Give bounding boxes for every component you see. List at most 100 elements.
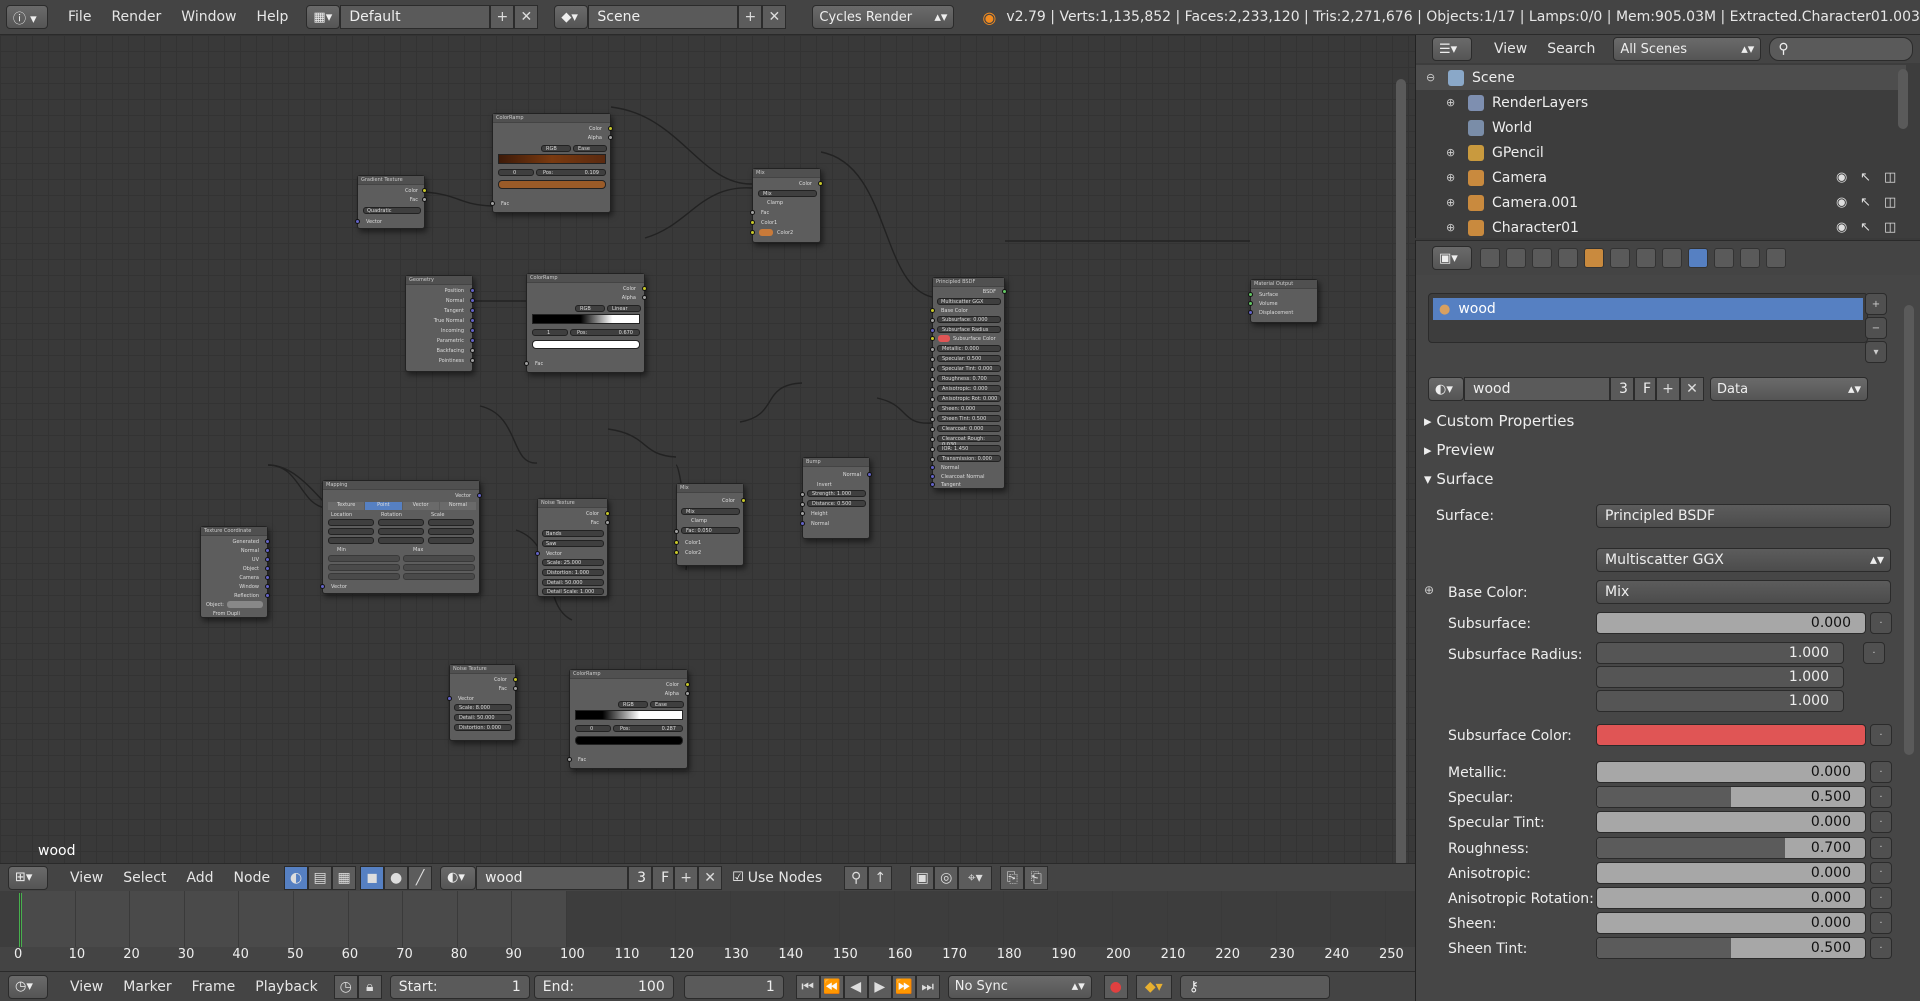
layout-field[interactable]: Default (340, 5, 491, 29)
node-texture-coordinate[interactable]: Texture Coordinate Generated Normal UV O… (200, 526, 270, 618)
input-socket[interactable] (750, 210, 755, 215)
scene-remove-icon[interactable]: ✕ (762, 5, 787, 29)
output-socket[interactable] (818, 181, 823, 186)
max-field[interactable] (403, 564, 475, 571)
editor-type-button[interactable]: ◷▾ (8, 974, 48, 999)
menu-frame[interactable]: Frame (182, 979, 246, 995)
loc-y[interactable] (328, 528, 374, 535)
timeline-area[interactable] (0, 891, 1415, 947)
loc-z[interactable] (328, 537, 374, 544)
menu-node[interactable]: Node (224, 870, 281, 886)
ramp-pos[interactable]: Pos: 0.670 (570, 329, 640, 336)
node-colorramp-3[interactable]: ColorRamp Color Alpha RGB Ease 0 Pos: 0.2… (567, 669, 690, 769)
object-shader-icon[interactable]: ◼ (360, 865, 385, 890)
loc-x[interactable] (328, 519, 374, 526)
min-field[interactable] (328, 573, 400, 580)
outliner-item[interactable]: ⊕ RenderLayers (1416, 90, 1906, 115)
output-socket[interactable] (685, 691, 690, 696)
output-socket[interactable] (642, 286, 647, 291)
input-socket[interactable] (1248, 292, 1253, 297)
subsurface-color-swatch[interactable] (1596, 724, 1866, 746)
fake-user-button[interactable]: F (1634, 377, 1656, 401)
outliner-search-input[interactable]: ⚲ (1769, 37, 1914, 61)
output-socket[interactable] (470, 308, 475, 313)
ramp-color-swatch[interactable] (498, 180, 606, 189)
node-noise-texture-1[interactable]: Noise Texture Color Fac Bands Saw Vector… (535, 498, 610, 597)
texture-nodes-icon[interactable]: ▦ (332, 865, 357, 890)
noise-field[interactable]: Detail: 50.000 (542, 579, 604, 586)
eye-icon[interactable]: ◉ (1836, 220, 1847, 235)
menu-marker[interactable]: Marker (113, 979, 181, 995)
outliner-item-label[interactable]: Scene (1472, 70, 1515, 86)
editor-type-button[interactable]: ▣▾ (1432, 246, 1472, 270)
ramp-index[interactable]: 0 (498, 169, 534, 176)
ramp-pos[interactable]: Pos: 0.287 (613, 725, 683, 732)
output-socket[interactable] (265, 548, 270, 553)
material-new-icon[interactable]: + (1656, 377, 1680, 401)
clamp-checkbox[interactable]: Clamp (691, 518, 707, 524)
output-socket[interactable] (608, 135, 613, 140)
shader-nodes-icon[interactable]: ◐ (284, 865, 309, 890)
invert-checkbox[interactable]: Invert (817, 482, 832, 488)
rot-y[interactable] (378, 528, 424, 535)
input-socket[interactable] (930, 387, 935, 392)
object-picker[interactable] (227, 601, 263, 608)
ramp-mode[interactable]: RGB (575, 305, 605, 312)
input-socket[interactable] (490, 201, 495, 206)
output-socket[interactable] (265, 593, 270, 598)
bsdf-field[interactable]: Subsurface Radius (937, 326, 1001, 333)
scene-icon[interactable]: ◆▾ (554, 5, 589, 29)
material-name-input[interactable]: wood (1464, 377, 1610, 401)
linestyle-shader-icon[interactable]: ╱ (408, 865, 433, 890)
play-icon[interactable]: ▶ (867, 974, 892, 999)
slot-add-icon[interactable]: + (1865, 293, 1887, 315)
tab-normal[interactable]: Normal (439, 502, 476, 510)
material-tab-icon[interactable] (1688, 248, 1708, 268)
node-gradient-texture[interactable]: Gradient Texture Color Fac Quadratic Vec… (355, 175, 427, 229)
input-socket[interactable] (800, 492, 805, 497)
cursor-icon[interactable]: ↖ (1860, 170, 1871, 185)
min-field[interactable] (328, 564, 400, 571)
color2-swatch[interactable] (759, 229, 773, 236)
surface-panel[interactable]: ▾ Surface (1424, 470, 1493, 488)
tab-point[interactable]: Point (365, 502, 402, 510)
node-colorramp-2[interactable]: ColorRamp Color Alpha RGB Linear 1 Pos: 0… (524, 273, 647, 373)
bsdf-field[interactable]: Clearcoat: 0.000 (937, 425, 1001, 432)
input-socket[interactable] (930, 407, 935, 412)
expand-toggle-icon[interactable]: ⊕ (1446, 196, 1462, 209)
input-socket[interactable] (930, 336, 935, 341)
bsdf-field[interactable]: Subsurface: 0.000 (937, 316, 1001, 323)
max-field[interactable] (403, 573, 475, 580)
property-slider[interactable]: 0.000 (1596, 761, 1866, 783)
custom-properties-panel[interactable]: ▸ Custom Properties (1424, 412, 1574, 430)
outliner-item[interactable]: ⊕ Character01 ◉ ↖ ◫ (1416, 215, 1906, 240)
menu-file[interactable]: File (58, 9, 101, 25)
bsdf-field[interactable]: Sheen: 0.000 (937, 405, 1001, 412)
ramp-color-swatch[interactable] (575, 736, 683, 745)
input-socket[interactable] (1248, 310, 1253, 315)
input-socket[interactable] (930, 474, 935, 479)
bsdf-field[interactable]: Metallic: 0.000 (937, 345, 1001, 352)
material-browse-button[interactable]: ◐▾ (1428, 377, 1464, 401)
output-socket[interactable] (741, 498, 746, 503)
input-socket[interactable] (930, 308, 935, 313)
particles-tab-icon[interactable] (1740, 248, 1760, 268)
input-socket[interactable] (930, 347, 935, 352)
input-socket[interactable] (930, 377, 935, 382)
noise-field[interactable]: Distortion: 1.000 (542, 569, 604, 576)
base-color-input[interactable]: Mix (1596, 580, 1891, 604)
noise-field[interactable]: Distortion: 0.000 (454, 724, 512, 731)
base-color-link-icon[interactable]: ⊕ (1424, 583, 1434, 597)
input-socket[interactable] (930, 318, 935, 323)
use-nodes-checkbox-icon[interactable]: ☑ (732, 870, 744, 885)
outliner-item-label[interactable]: World (1492, 120, 1532, 136)
editor-type-button[interactable]: ⓘ ▾ (6, 5, 48, 29)
input-socket[interactable] (447, 696, 452, 701)
scene-field[interactable]: Scene (588, 5, 739, 29)
next-keyframe-icon[interactable]: ⏩ (891, 974, 916, 999)
output-socket[interactable] (265, 539, 270, 544)
input-socket[interactable] (674, 529, 679, 534)
scale-x[interactable] (428, 519, 474, 526)
subsurface-slider[interactable]: 0.000 (1596, 612, 1866, 634)
fac-field[interactable]: Fac: 0.050 (681, 527, 740, 534)
